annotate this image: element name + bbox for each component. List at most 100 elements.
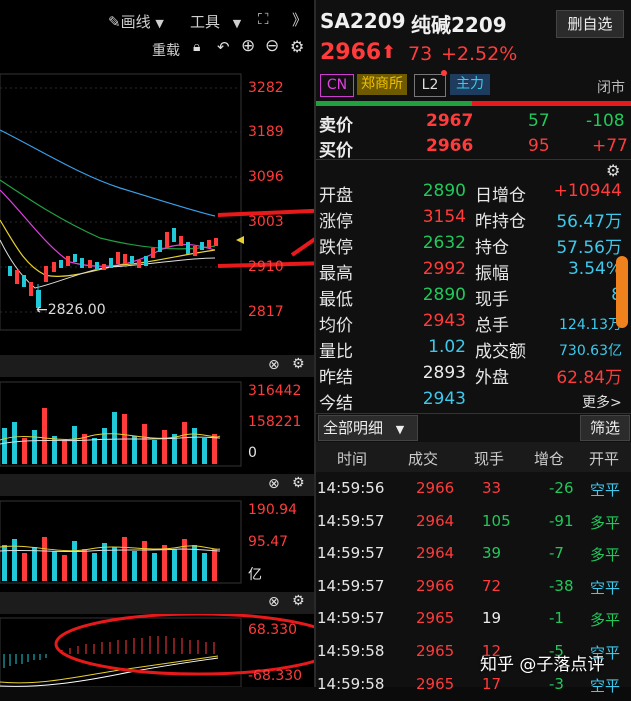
volume-chart [0, 381, 242, 467]
tag-main[interactable]: 主力 [450, 74, 490, 95]
stat-value: 2632 [422, 233, 466, 253]
amount-unit: 亿 [248, 567, 262, 583]
cell-delta: -7 [549, 544, 564, 563]
bid-price[interactable]: 2966 [426, 136, 473, 156]
stat-value: 2890 [422, 285, 466, 305]
gear-icon[interactable]: ⚙ [606, 161, 620, 180]
table-row[interactable]: 14:59:57 2964 105 -91 多平 [316, 506, 631, 538]
reset-label[interactable]: 重载 [152, 40, 180, 60]
symbol-code: SA2209 [320, 9, 406, 33]
ask-delta: -108 [586, 111, 625, 131]
gear-icon[interactable]: ⚙ [292, 475, 305, 491]
price-tick: 3282 [248, 80, 284, 96]
price-tick: 3096 [248, 169, 284, 185]
remove-watchlist-button[interactable]: 删自选 [556, 10, 624, 38]
lock-icon[interactable]: 🔒︎ [193, 39, 200, 55]
stat-label: 最高 [319, 264, 353, 284]
fullscreen-icon[interactable]: ⛶ [258, 10, 269, 28]
ask-qty: 57 [528, 111, 550, 131]
table-row[interactable]: 14:59:57 2966 72 -38 空平 [316, 571, 631, 603]
stat-value: 1.02 [428, 337, 466, 357]
stats-scrollbar[interactable] [616, 256, 628, 328]
cell-delta: -91 [549, 511, 574, 530]
tools-menu[interactable]: 工具 ▼ [190, 11, 241, 32]
close-icon[interactable]: ⊗ [268, 594, 280, 610]
stat-label: 均价 [319, 316, 353, 336]
cell-type: 空平 [590, 481, 621, 499]
expand-button[interactable]: 》 [292, 9, 307, 30]
amount-chart [0, 500, 242, 584]
cell-price: 2966 [416, 479, 455, 497]
volume-tick: 158221 [248, 414, 302, 430]
chevron-down-icon: ▼ [232, 17, 242, 30]
cell-price: 2964 [416, 544, 455, 563]
table-row[interactable]: 14:59:57 2964 39 -7 多平 [316, 538, 631, 570]
draw-tool[interactable]: ✎画线 ▼ [108, 11, 164, 32]
volume-panel-header [0, 355, 314, 377]
tag-l2[interactable]: L2 [414, 74, 446, 97]
bid-ratio-bar [316, 101, 472, 106]
gear-icon[interactable]: ⚙ [292, 356, 305, 372]
stat-label: 量比 [319, 342, 353, 362]
col-delta: 增仓 [534, 450, 565, 468]
close-icon[interactable]: ⊗ [268, 357, 280, 373]
chart-area[interactable]: ✎画线 ▼ 工具 ▼ ⛶ 》 重载 🔒︎ ↶ ⊕ ⊖ ⚙ ←2826.00 32… [0, 0, 342, 687]
zoom-in-icon[interactable]: ⊕ [241, 36, 255, 56]
cell-price: 2965 [416, 609, 455, 628]
osc-tick: -68.330 [248, 668, 303, 684]
stat-value: 2890 [422, 181, 466, 201]
watermark: 知乎 @子落点评 [480, 655, 605, 675]
cell-qty: 105 [482, 511, 511, 530]
col-price: 成交 [408, 450, 439, 468]
cell-delta: -38 [549, 576, 574, 595]
cell-type: 空平 [590, 676, 621, 695]
stat-value: 2893 [422, 363, 466, 383]
stat-value: 124.13万 [559, 317, 622, 333]
stat-value: 2992 [422, 259, 466, 279]
stat-label: 现手 [475, 290, 509, 310]
undo-icon[interactable]: ↶ [217, 38, 230, 56]
col-qty: 现手 [474, 450, 505, 468]
market-status: 闭市 [597, 80, 625, 96]
more-link[interactable]: 更多> [582, 392, 622, 412]
cell-time: 14:59:57 [317, 511, 385, 530]
cell-type: 空平 [590, 578, 621, 597]
amount-tick: 95.47 [248, 534, 289, 550]
cell-qty: 19 [482, 609, 502, 628]
detail-table-header: 时间 成交 现手 增仓 开平 [316, 442, 631, 472]
stat-value: 57.56万 [556, 238, 622, 258]
zoom-out-icon[interactable]: ⊖ [265, 36, 279, 56]
tag-exchange[interactable]: 郑商所 [357, 74, 407, 95]
cell-qty: 33 [482, 479, 502, 497]
gear-icon[interactable]: ⚙ [292, 593, 305, 609]
cell-type: 多平 [590, 546, 621, 565]
screen-button[interactable]: 筛选 [580, 415, 630, 441]
symbol-name: 纯碱2209 [411, 13, 507, 37]
price-tick: 2817 [248, 304, 284, 320]
notification-dot [441, 70, 447, 76]
stat-value: 62.84万 [556, 368, 622, 388]
stat-label: 振幅 [475, 264, 509, 284]
ask-label: 卖价 [319, 116, 353, 136]
stat-label: 涨停 [319, 212, 353, 232]
table-row[interactable]: 14:59:57 2965 19 -1 多平 [316, 603, 631, 635]
ask-price[interactable]: 2967 [426, 111, 473, 131]
cell-qty: 72 [482, 576, 502, 595]
gear-icon[interactable]: ⚙ [290, 37, 304, 56]
cell-type: 多平 [590, 513, 621, 532]
cell-price: 2966 [416, 576, 455, 595]
cell-time: 14:59:56 [317, 479, 385, 497]
detail-filter-select[interactable]: 全部明细 ▼ [318, 415, 418, 441]
stat-value: 56.47万 [556, 212, 622, 232]
separator [316, 413, 631, 414]
tag-cn[interactable]: CN [320, 74, 354, 97]
stat-value: 2943 [422, 311, 466, 331]
chevron-down-icon: ▼ [395, 423, 405, 436]
stat-value: 3154 [422, 207, 466, 227]
table-row[interactable]: 14:59:56 2966 33 -26 空平 [316, 473, 631, 505]
close-icon[interactable]: ⊗ [268, 476, 280, 492]
cell-time: 14:59:58 [317, 642, 385, 660]
cell-time: 14:59:58 [317, 674, 385, 693]
stat-label: 开盘 [319, 186, 353, 206]
ask-ratio-bar [472, 101, 631, 106]
